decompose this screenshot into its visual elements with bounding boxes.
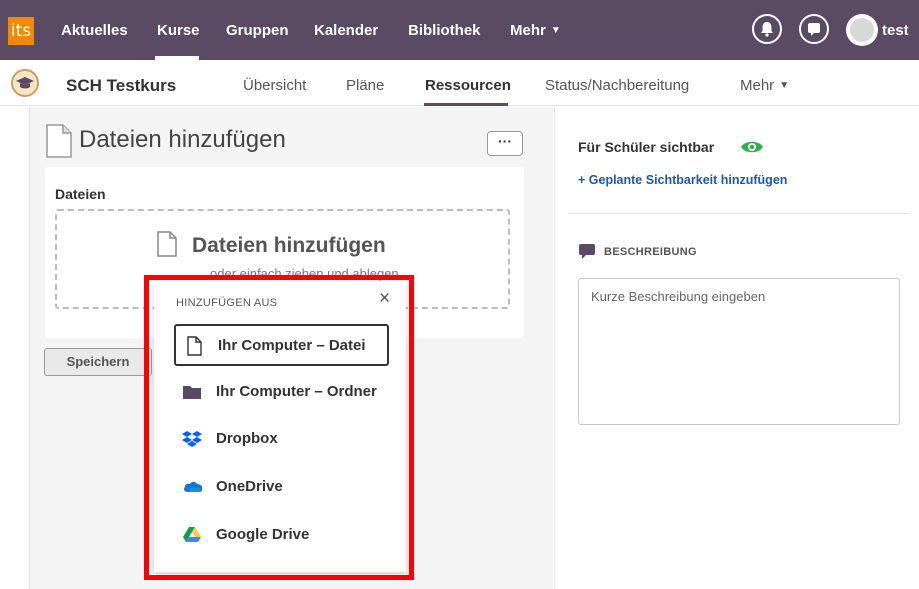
divider (29, 107, 30, 589)
description-label: BESCHREIBUNG (604, 246, 697, 258)
visibility-label: Für Schüler sichtbar (578, 139, 715, 155)
nav-kalender[interactable]: Kalender (314, 22, 378, 39)
nav-mehr[interactable]: Mehr ▼ (510, 22, 561, 39)
file-icon (184, 336, 204, 356)
its-logo[interactable]: its (8, 17, 34, 45)
eye-icon[interactable] (740, 139, 764, 160)
page-title: Dateien hinzufügen (79, 126, 286, 153)
tab-ressourcen[interactable]: Ressourcen (425, 77, 511, 94)
folder-icon (182, 382, 202, 402)
course-title[interactable]: SCH Testkurs (66, 76, 176, 96)
popover-title: HINZUFÜGEN AUS (176, 297, 278, 309)
item-label: Ihr Computer – Datei (218, 337, 366, 354)
document-icon (156, 231, 178, 262)
bell-icon[interactable] (752, 14, 782, 44)
divider (568, 213, 908, 214)
add-scheduled-visibility-link[interactable]: + Geplante Sichtbarkeit hinzufügen (578, 173, 787, 187)
add-from-computer-folder[interactable]: Ihr Computer – Ordner (174, 372, 389, 414)
add-from-google-drive[interactable]: Google Drive (174, 515, 389, 557)
nav-bibliothek[interactable]: Bibliothek (408, 22, 481, 39)
chevron-down-icon: ▼ (779, 80, 790, 91)
add-from-computer-file[interactable]: Ihr Computer – Datei (174, 324, 389, 366)
tab-uebersicht[interactable]: Übersicht (243, 77, 306, 94)
graduation-cap-icon (11, 69, 39, 97)
item-label: Dropbox (216, 430, 278, 447)
chat-icon[interactable] (799, 14, 829, 44)
google-drive-icon (182, 525, 202, 545)
add-from-dropbox[interactable]: Dropbox (174, 419, 389, 461)
tab-plaene[interactable]: Pläne (346, 77, 384, 94)
tab-mehr-label: Mehr (740, 77, 775, 94)
course-navigation-bar: SCH Testkurs Übersicht Pläne Ressourcen … (0, 60, 919, 106)
save-button[interactable]: Speichern (44, 348, 152, 376)
avatar-silhouette-icon (850, 18, 874, 42)
user-name[interactable]: test (882, 22, 909, 39)
files-label: Dateien (55, 186, 106, 202)
comment-icon (578, 242, 596, 265)
chevron-down-icon: ▼ (550, 25, 561, 36)
document-icon (45, 124, 73, 163)
tab-mehr[interactable]: Mehr ▼ (740, 77, 789, 94)
add-from-onedrive[interactable]: OneDrive (174, 467, 389, 509)
dropbox-icon (182, 429, 202, 449)
dropzone-title[interactable]: Dateien hinzufügen (192, 234, 386, 258)
tab-status-nachbereitung[interactable]: Status/Nachbereitung (545, 77, 689, 94)
nav-gruppen[interactable]: Gruppen (226, 22, 289, 39)
nav-aktuelles[interactable]: Aktuelles (61, 22, 128, 39)
close-icon[interactable]: × (379, 289, 390, 308)
tab-active-indicator (424, 103, 508, 106)
more-options-button[interactable]: ··· (487, 131, 523, 156)
item-label: Google Drive (216, 526, 310, 543)
onedrive-icon (182, 477, 203, 497)
item-label: Ihr Computer – Ordner (216, 383, 377, 400)
nav-kurse[interactable]: Kurse (157, 22, 200, 39)
description-placeholder: Kurze Beschreibung eingeben (591, 289, 766, 304)
item-label: OneDrive (216, 478, 283, 495)
top-navigation-bar: its Aktuelles Kurse Gruppen Kalender Bib… (0, 0, 919, 60)
nav-mehr-label: Mehr (510, 22, 546, 39)
